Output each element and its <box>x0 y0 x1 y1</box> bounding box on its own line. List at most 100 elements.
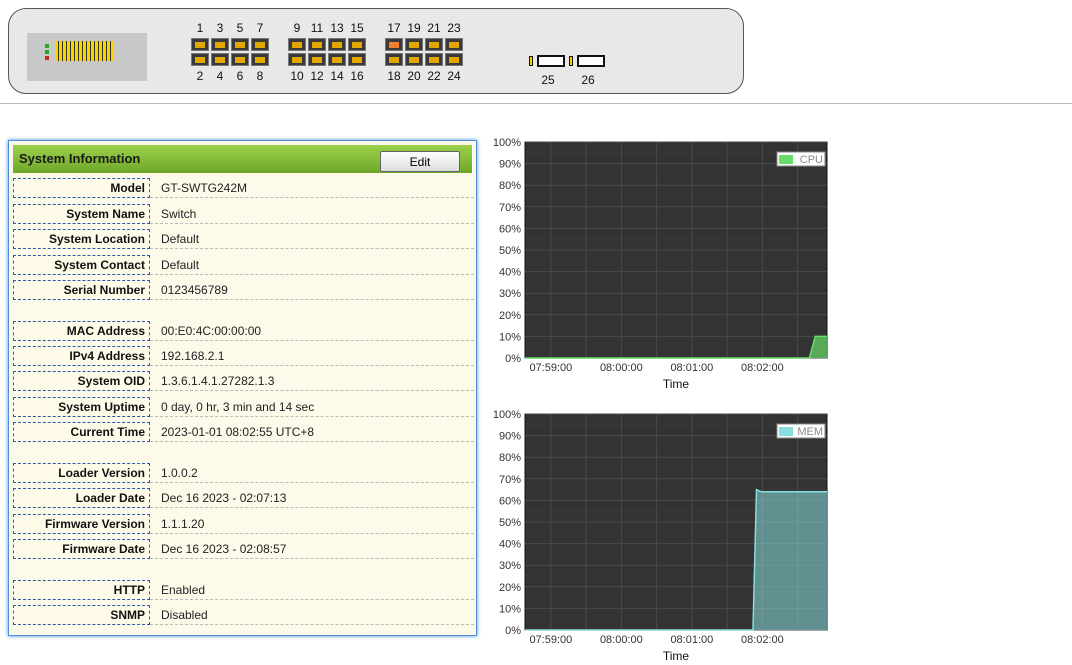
info-row: Firmware Version 1.1.1.20 <box>13 514 474 534</box>
sys-led <box>45 50 49 54</box>
alarm-led <box>45 56 49 60</box>
y-tick-label: 40% <box>499 539 521 551</box>
row-divider <box>150 416 474 417</box>
y-tick-label: 60% <box>499 495 521 507</box>
port-7[interactable] <box>251 38 269 51</box>
switch-panel: 1 3 5 7 9 11 13 15 17 19 21 23 2 4 6 8 10 12 14 16 18 20 22 24 2… <box>8 8 744 94</box>
info-row: Loader Date Dec 16 2023 - 02:07:13 <box>13 488 474 508</box>
x-axis-label: Time <box>663 649 690 660</box>
port-number-17: 17 <box>387 21 401 35</box>
port-21[interactable] <box>425 38 443 51</box>
port-5[interactable] <box>231 38 249 51</box>
port-number-3: 3 <box>216 21 224 35</box>
mem-chart: 0% 10% 20% 30% 40% 50% 60% 70% 80% 90% 100% 07:59:0… <box>490 410 830 660</box>
port-number-18: 18 <box>387 69 401 83</box>
y-tick-label: 90% <box>499 431 521 443</box>
sfp-led-26 <box>569 56 573 66</box>
port-number-8: 8 <box>256 69 264 83</box>
info-value: Switch <box>161 207 197 221</box>
port-number-21: 21 <box>427 21 441 35</box>
y-tick-label: 10% <box>499 331 521 343</box>
port-3[interactable] <box>211 38 229 51</box>
info-value: 1.0.0.2 <box>161 466 198 480</box>
x-tick-label: 08:01:00 <box>670 634 713 646</box>
info-label: Loader Version <box>13 463 150 483</box>
port-24[interactable] <box>445 53 463 66</box>
edit-button[interactable]: Edit <box>380 151 460 172</box>
row-divider <box>150 340 474 341</box>
row-divider <box>150 624 474 625</box>
info-label: System Uptime <box>13 397 150 417</box>
y-tick-label: 40% <box>499 267 521 279</box>
port-13[interactable] <box>328 38 346 51</box>
info-value: Enabled <box>161 583 206 597</box>
x-tick-label: 08:02:00 <box>741 362 784 374</box>
y-tick-label: 60% <box>499 223 521 235</box>
port-6[interactable] <box>231 53 249 66</box>
y-tick-label: 90% <box>499 159 521 171</box>
y-tick-label: 20% <box>499 582 521 594</box>
y-tick-label: 100% <box>493 138 521 149</box>
x-tick-label: 07:59:00 <box>529 362 572 374</box>
port-8[interactable] <box>251 53 269 66</box>
port-number-26: 26 <box>581 73 595 87</box>
divider <box>0 103 1072 104</box>
port-22[interactable] <box>425 53 443 66</box>
y-tick-label: 30% <box>499 560 521 572</box>
port-20[interactable] <box>405 53 423 66</box>
info-label: Firmware Version <box>13 514 150 534</box>
info-value: 192.168.2.1 <box>161 349 225 363</box>
row-divider <box>150 482 474 483</box>
port-2[interactable] <box>191 53 209 66</box>
sfp-led-25 <box>529 56 533 66</box>
info-value: Dec 16 2023 - 02:07:13 <box>161 491 287 505</box>
chart-svg: 0% 10% 20% 30% 40% 50% 60% 70% 80% 90% 100% 07:59:0… <box>493 410 828 660</box>
port-15[interactable] <box>348 38 366 51</box>
row-divider <box>150 507 474 508</box>
info-label: System Location <box>13 229 150 249</box>
system-information-panel: System Information Edit Model GT-SWTG242M… <box>8 140 477 636</box>
port-14[interactable] <box>328 53 346 66</box>
row-divider <box>150 441 474 442</box>
sfp-port-25[interactable] <box>537 55 565 67</box>
y-tick-label: 10% <box>499 603 521 615</box>
info-row: Current Time 2023-01-01 08:02:55 UTC+8 <box>13 422 474 442</box>
port-number-14: 14 <box>330 69 344 83</box>
port-number-25: 25 <box>541 73 555 87</box>
info-label: Firmware Date <box>13 539 150 559</box>
port-23[interactable] <box>445 38 463 51</box>
port-number-19: 19 <box>407 21 421 35</box>
port-18[interactable] <box>385 53 403 66</box>
row-divider <box>150 390 474 391</box>
row-divider <box>150 558 474 559</box>
port-number-2: 2 <box>196 69 204 83</box>
row-divider <box>150 248 474 249</box>
info-row: Serial Number 0123456789 <box>13 280 474 300</box>
port-16[interactable] <box>348 53 366 66</box>
info-label: System Contact <box>13 255 150 275</box>
port-19[interactable] <box>405 38 423 51</box>
row-divider <box>150 223 474 224</box>
info-row: System Uptime 0 day, 0 hr, 3 min and 14 s… <box>13 397 474 417</box>
y-tick-label: 0% <box>505 353 521 365</box>
led-grid <box>55 41 113 61</box>
port-11[interactable] <box>308 38 326 51</box>
y-tick-label: 70% <box>499 202 521 214</box>
port-1[interactable] <box>191 38 209 51</box>
port-12[interactable] <box>308 53 326 66</box>
port-10[interactable] <box>288 53 306 66</box>
info-row: MAC Address 00:E0:4C:00:00:00 <box>13 321 474 341</box>
x-tick-label: 08:01:00 <box>670 362 713 374</box>
port-9[interactable] <box>288 38 306 51</box>
port-number-11: 11 <box>310 21 324 35</box>
sfp-port-26[interactable] <box>577 55 605 67</box>
info-value: 2023-01-01 08:02:55 UTC+8 <box>161 425 315 439</box>
port-number-12: 12 <box>310 69 324 83</box>
info-label: Serial Number <box>13 280 150 300</box>
legend-swatch <box>779 155 793 164</box>
info-value: Default <box>161 232 200 246</box>
port-4[interactable] <box>211 53 229 66</box>
row-divider <box>150 533 474 534</box>
port-17[interactable] <box>385 38 403 51</box>
info-row: System Location Default <box>13 229 474 249</box>
